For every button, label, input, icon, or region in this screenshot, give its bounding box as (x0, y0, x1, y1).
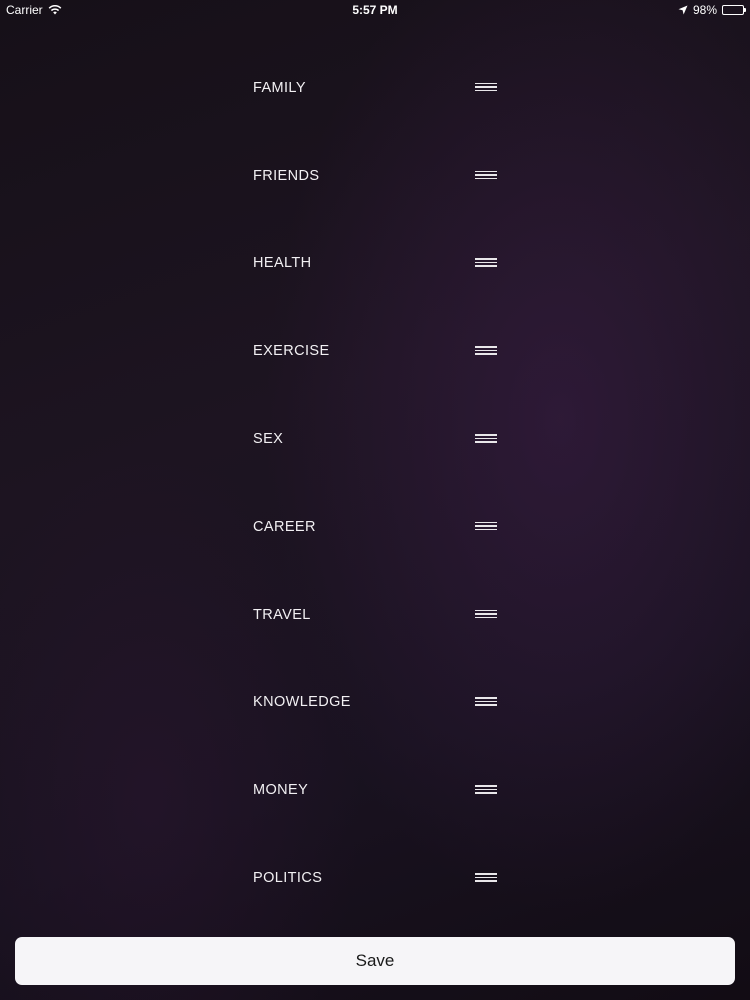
battery-percent: 98% (692, 3, 717, 17)
battery-tip (744, 8, 746, 12)
drag-handle-line (475, 170, 497, 173)
drag-handle-line (475, 346, 497, 348)
category-label: HEALTH (253, 255, 312, 272)
drag-handle-line (475, 265, 497, 267)
category-label: POLITICS (253, 870, 323, 887)
drag-handle-line (475, 349, 497, 352)
drag-handle-icon[interactable] (475, 697, 497, 706)
location-arrow-icon (678, 5, 688, 15)
drag-handle-line (475, 525, 497, 527)
drag-handle-line (475, 788, 497, 791)
category-label: FAMILY (253, 79, 306, 96)
drag-handle-icon[interactable] (475, 346, 497, 355)
drag-handle-line (475, 174, 497, 176)
drag-handle-line (475, 437, 497, 440)
category-row[interactable]: MONEY (253, 746, 513, 834)
drag-handle-line (475, 792, 497, 794)
category-row[interactable]: FAMILY (253, 44, 513, 132)
drag-handle-icon[interactable] (475, 258, 497, 267)
drag-handle-icon[interactable] (475, 873, 497, 882)
drag-handle-line (475, 528, 497, 531)
category-label: EXERCISE (253, 343, 330, 360)
category-label: MONEY (253, 782, 309, 799)
drag-handle-line (475, 785, 497, 787)
status-bar: Carrier 5:57 PM 98% (0, 0, 750, 20)
category-row[interactable]: SEX (253, 395, 513, 483)
drag-handle-icon[interactable] (475, 521, 497, 531)
drag-handle-line (475, 434, 497, 436)
drag-handle-line (475, 616, 497, 619)
save-button[interactable]: Save (15, 937, 735, 985)
category-label: FRIENDS (253, 167, 320, 184)
drag-handle-line (475, 353, 497, 355)
category-label: CAREER (253, 518, 316, 535)
drag-handle-line (475, 521, 497, 524)
drag-handle-line (475, 700, 497, 703)
drag-handle-icon[interactable] (475, 82, 497, 92)
drag-handle-line (475, 258, 497, 260)
drag-handle-line (475, 876, 497, 879)
drag-handle-line (475, 89, 497, 92)
drag-handle-icon[interactable] (475, 785, 497, 794)
drag-handle-line (475, 873, 497, 875)
category-row[interactable]: HEALTH (253, 220, 513, 308)
drag-handle-line (475, 82, 497, 85)
category-row[interactable]: FRIENDS (253, 132, 513, 220)
category-row[interactable]: EXERCISE (253, 307, 513, 395)
drag-handle-line (475, 177, 497, 180)
category-row[interactable]: CAREER (253, 483, 513, 571)
drag-handle-line (475, 609, 497, 612)
category-label: TRAVEL (253, 606, 311, 623)
drag-handle-line (475, 86, 497, 88)
drag-handle-icon[interactable] (475, 434, 497, 443)
category-label: SEX (253, 431, 284, 448)
drag-handle-line (475, 261, 497, 264)
category-row[interactable]: KNOWLEDGE (253, 659, 513, 747)
battery-icon (722, 5, 746, 15)
drag-handle-line (475, 704, 497, 706)
drag-handle-line (475, 697, 497, 699)
category-label: KNOWLEDGE (253, 694, 351, 711)
drag-handle-line (475, 880, 497, 882)
status-right-group: 98% (678, 3, 746, 17)
drag-handle-icon[interactable] (475, 609, 497, 619)
drag-handle-line (475, 441, 497, 443)
category-row[interactable]: TRAVEL (253, 571, 513, 659)
category-row[interactable]: POLITICS (253, 834, 513, 922)
category-list: FAMILY FRIENDS HEALTH EXERCISE SEX CAREER TRAV… (253, 44, 513, 922)
drag-handle-icon[interactable] (475, 170, 497, 180)
status-time: 5:57 PM (352, 3, 398, 17)
drag-handle-line (475, 613, 497, 615)
